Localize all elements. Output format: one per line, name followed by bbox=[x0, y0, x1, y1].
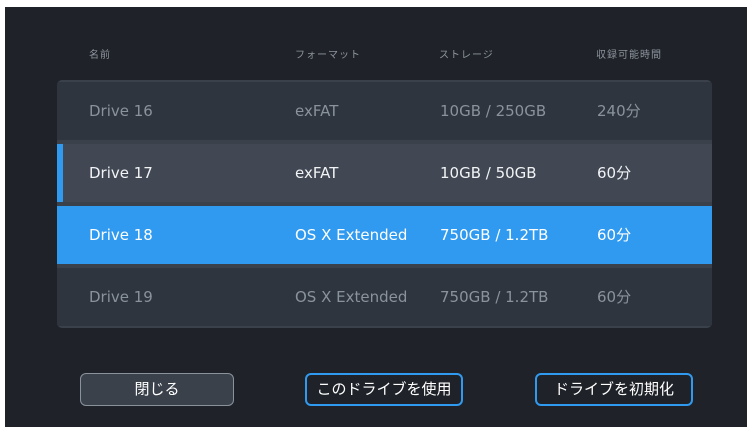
drive-recording-time: 240分 bbox=[597, 102, 641, 120]
drive-format: exFAT bbox=[295, 164, 339, 182]
header-format: フォーマット bbox=[295, 50, 361, 61]
drive-row-16[interactable]: Drive 16 exFAT 10GB / 250GB 240分 bbox=[57, 82, 712, 140]
drive-row-19[interactable]: Drive 19 OS X Extended 750GB / 1.2TB 60分 bbox=[57, 268, 712, 326]
drive-storage: 10GB / 250GB bbox=[440, 102, 547, 120]
drive-recording-time: 60分 bbox=[597, 226, 632, 244]
drive-name: Drive 19 bbox=[89, 288, 153, 306]
drive-name: Drive 16 bbox=[89, 102, 153, 120]
drive-name: Drive 18 bbox=[89, 226, 153, 244]
use-drive-button[interactable]: このドライブを使用 bbox=[305, 373, 463, 406]
drive-storage: 10GB / 50GB bbox=[440, 164, 537, 182]
current-drive-indicator bbox=[57, 144, 63, 202]
header-name: 名前 bbox=[89, 50, 111, 61]
drive-format: exFAT bbox=[295, 102, 339, 120]
drive-format: OS X Extended bbox=[295, 226, 408, 244]
format-drive-button[interactable]: ドライブを初期化 bbox=[535, 373, 693, 406]
column-header: 名前 フォーマット ストレージ 収録可能時間 bbox=[5, 46, 747, 66]
drive-name: Drive 17 bbox=[89, 164, 153, 182]
drive-format: OS X Extended bbox=[295, 288, 408, 306]
header-recording-time: 収録可能時間 bbox=[596, 50, 662, 61]
header-storage: ストレージ bbox=[439, 50, 494, 61]
drive-list: Drive 16 exFAT 10GB / 250GB 240分 Drive 1… bbox=[57, 80, 712, 328]
drive-recording-time: 60分 bbox=[597, 288, 632, 306]
drive-storage: 750GB / 1.2TB bbox=[440, 288, 549, 306]
drive-selection-screen: 名前 フォーマット ストレージ 収録可能時間 Drive 16 exFAT 10… bbox=[5, 7, 747, 427]
drive-row-18[interactable]: Drive 18 OS X Extended 750GB / 1.2TB 60分 bbox=[57, 206, 712, 264]
drive-storage: 750GB / 1.2TB bbox=[440, 226, 549, 244]
drive-recording-time: 60分 bbox=[597, 164, 632, 182]
drive-row-17[interactable]: Drive 17 exFAT 10GB / 50GB 60分 bbox=[57, 144, 712, 202]
close-button[interactable]: 閉じる bbox=[80, 373, 234, 406]
